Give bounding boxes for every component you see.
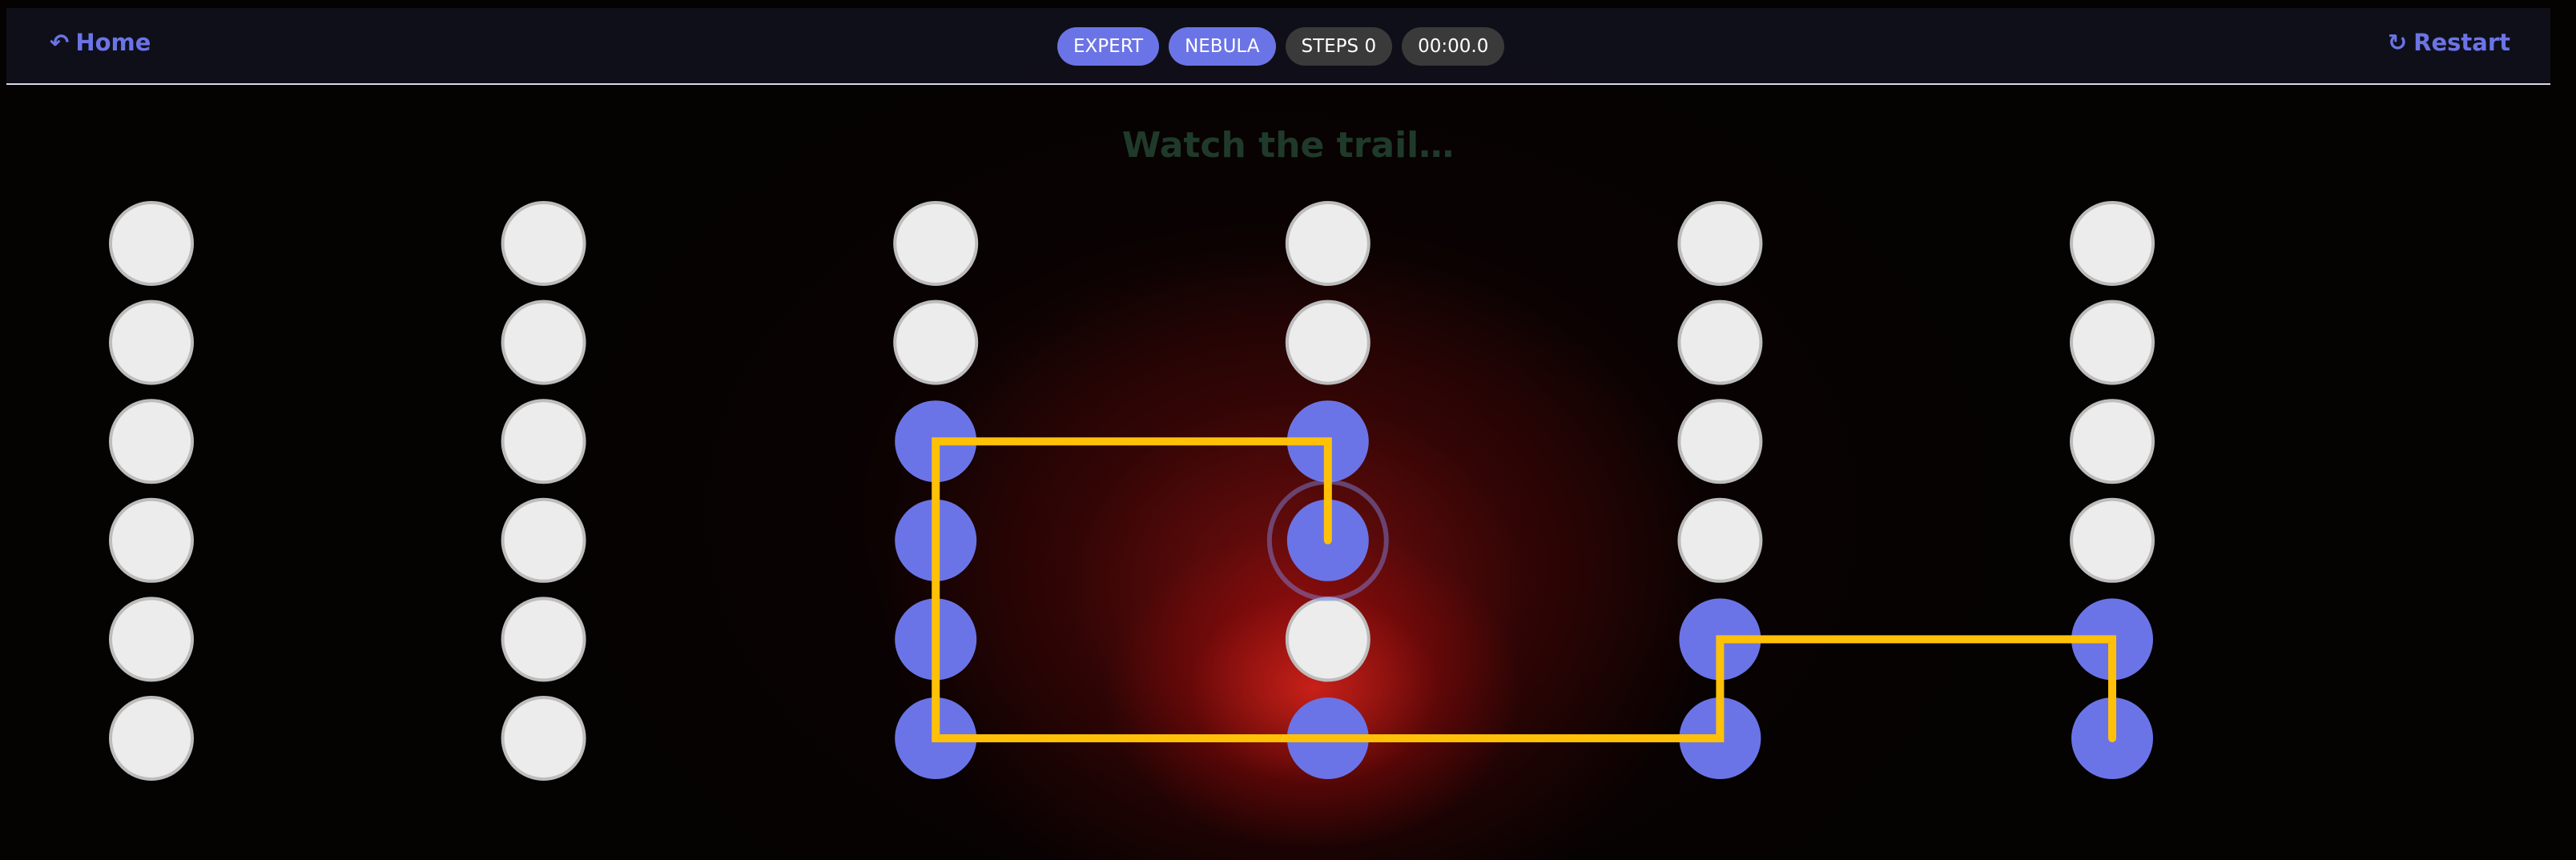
grid-dot[interactable] [109,497,194,583]
grid-dot[interactable] [501,399,586,484]
grid-dot[interactable] [1285,299,1371,385]
grid-dot[interactable] [1285,597,1371,682]
grid-dot[interactable] [501,497,586,583]
grid-dot[interactable] [2070,201,2155,286]
grid-dot[interactable] [501,597,586,682]
grid-dot[interactable] [1677,399,1763,484]
grid-dot[interactable] [1677,299,1763,385]
grid-dot[interactable] [501,299,586,385]
dot-grid-board [109,201,2155,781]
grid-dot[interactable] [2070,497,2155,583]
grid-dot[interactable] [109,399,194,484]
grid-dot[interactable] [893,201,979,286]
grid-dot[interactable] [501,201,586,286]
grid-dot[interactable] [501,696,586,781]
trail-path [932,437,2116,742]
grid-dot[interactable] [109,299,194,385]
grid-dot[interactable] [1285,201,1371,286]
grid-dot[interactable] [109,201,194,286]
grid-dot[interactable] [1677,497,1763,583]
grid-dot[interactable] [893,299,979,385]
grid-dot[interactable] [109,696,194,781]
grid-dot[interactable] [1677,201,1763,286]
grid-dot[interactable] [109,597,194,682]
grid-dot[interactable] [2070,299,2155,385]
grid-dot[interactable] [2070,399,2155,484]
dot-grid [109,201,2155,781]
